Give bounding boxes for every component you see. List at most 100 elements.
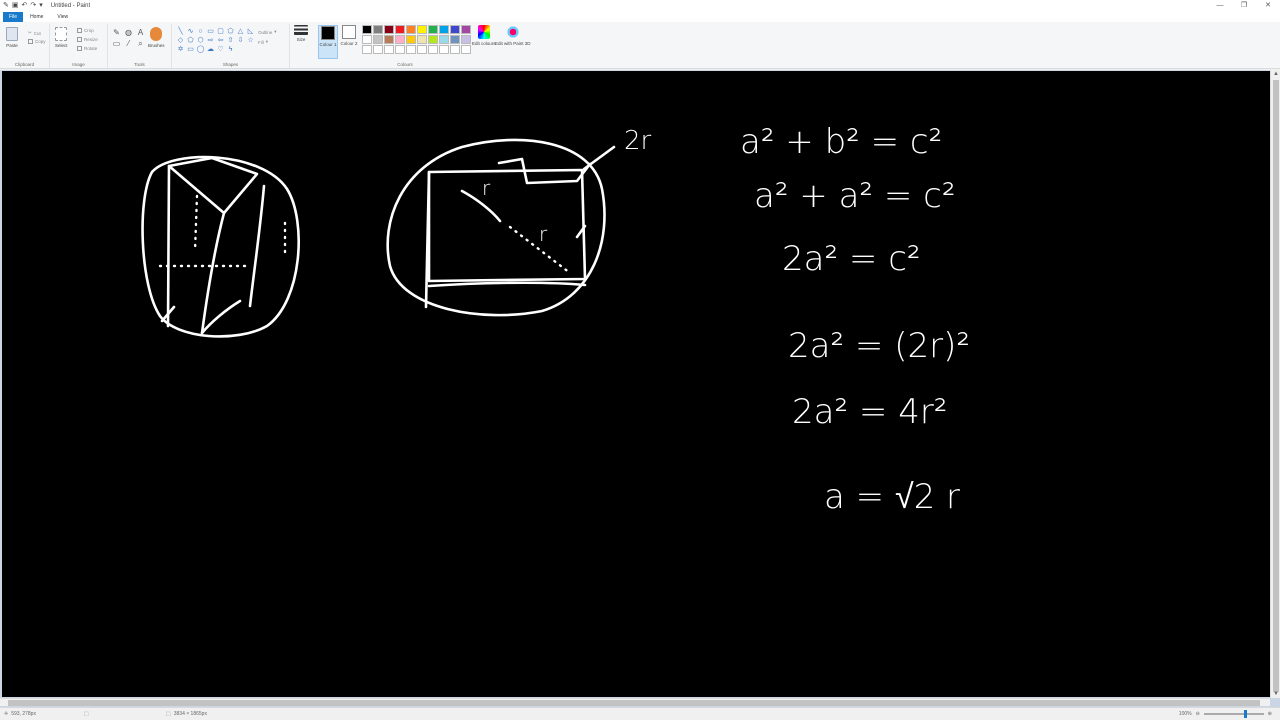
palette-swatch[interactable] [450, 45, 460, 54]
resize-button[interactable]: Resize [77, 37, 98, 42]
file-menu[interactable]: File [3, 12, 24, 22]
palette-swatch[interactable] [384, 25, 394, 34]
customize-qat-icon[interactable]: ▾ [39, 1, 43, 11]
pentagon-shape-icon[interactable]: ⬠ [186, 37, 195, 45]
select-button[interactable]: Select [55, 27, 68, 48]
undo-icon[interactable]: ↶ [22, 1, 28, 11]
palette-swatch[interactable] [395, 45, 405, 54]
palette-swatch[interactable] [406, 35, 416, 44]
palette-swatch[interactable] [373, 35, 383, 44]
palette-swatch[interactable] [384, 45, 394, 54]
copy-icon [28, 39, 33, 44]
paste-button[interactable]: Paste [6, 27, 18, 48]
palette-swatch[interactable] [417, 25, 427, 34]
lightning-shape-icon[interactable]: ϟ [226, 46, 235, 54]
palette-swatch[interactable] [362, 45, 372, 54]
eraser-icon[interactable]: ▭ [112, 39, 121, 48]
edit-colours-button[interactable]: Edit colours [472, 25, 496, 46]
scroll-down-icon[interactable]: ▼ [1271, 690, 1280, 698]
hexagon-shape-icon[interactable]: ⬡ [196, 37, 205, 45]
callout-rect-shape-icon[interactable]: ▭ [186, 46, 195, 54]
palette-swatch[interactable] [373, 25, 383, 34]
sphere-section-drawing [386, 138, 616, 317]
redo-icon[interactable]: ↷ [30, 1, 36, 11]
palette-swatch[interactable] [406, 25, 416, 34]
palette-swatch[interactable] [417, 45, 427, 54]
save-icon[interactable]: ▣ [12, 1, 19, 11]
drawing-canvas[interactable]: 2r r r a² + b² = c² a² + a² = c² 2a² = c… [2, 71, 1270, 697]
callout-oval-shape-icon[interactable]: ◯ [196, 46, 205, 54]
colour2-button[interactable]: Colour 2 [339, 25, 359, 59]
status-bar: ✛ 593, 278px ⬚ ⬚ 3834 × 1865px 100% ⊖ ⊕ [0, 707, 1280, 720]
zoom-slider[interactable] [1203, 710, 1264, 718]
scroll-up-icon[interactable]: ▲ [1271, 70, 1280, 78]
zoom-level: 100% [1178, 711, 1192, 717]
right-triangle-shape-icon[interactable]: ◺ [246, 28, 255, 36]
close-button[interactable]: ✕ [1256, 0, 1280, 12]
curve-shape-icon[interactable]: ∿ [186, 28, 195, 36]
arrow-left-shape-icon[interactable]: ⇦ [216, 37, 225, 45]
tab-home[interactable]: Home [23, 12, 50, 22]
heart-shape-icon[interactable]: ♡ [216, 46, 225, 54]
arrow-down-shape-icon[interactable]: ⇩ [236, 37, 245, 45]
horizontal-scrollbar[interactable] [0, 698, 1270, 706]
palette-swatch[interactable] [373, 45, 383, 54]
star6-shape-icon[interactable]: ✡ [176, 46, 185, 54]
palette-swatch[interactable] [450, 35, 460, 44]
palette-swatch[interactable] [362, 35, 372, 44]
palette-swatch[interactable] [395, 25, 405, 34]
palette-swatch[interactable] [439, 45, 449, 54]
palette-swatch[interactable] [461, 25, 471, 34]
rectangle-shape-icon[interactable]: ▭ [206, 28, 215, 36]
equation-1: a² + b² = c² [740, 122, 942, 162]
arrow-up-shape-icon[interactable]: ⇧ [226, 37, 235, 45]
line-shape-icon[interactable]: ╲ [176, 28, 185, 36]
palette-swatch[interactable] [428, 25, 438, 34]
text-icon[interactable]: A [136, 28, 145, 37]
palette-swatch[interactable] [362, 25, 372, 34]
cursor-position: ✛ 593, 278px [4, 711, 36, 717]
oval-shape-icon[interactable]: ○ [196, 28, 205, 36]
crop-button[interactable]: Crop [77, 28, 94, 33]
palette-swatch[interactable] [417, 35, 427, 44]
paint3d-button[interactable]: Edit with Paint 3D [495, 25, 531, 46]
arrow-right-shape-icon[interactable]: ⇨ [206, 37, 215, 45]
outline-dropdown[interactable]: Outline ▾ [258, 29, 277, 35]
palette-swatch[interactable] [450, 25, 460, 34]
rotate-button[interactable]: Rotate [77, 46, 97, 51]
rounded-rect-shape-icon[interactable]: ▢ [216, 28, 225, 36]
colour1-button[interactable]: Colour 1 [318, 25, 338, 59]
minimize-button[interactable]: — [1208, 0, 1232, 12]
palette-swatch[interactable] [461, 45, 471, 54]
cut-button[interactable]: ✂ Cut [28, 30, 41, 36]
diamond-shape-icon[interactable]: ◇ [176, 37, 185, 45]
magnifier-icon[interactable]: ⌕ [136, 39, 145, 48]
brushes-button[interactable]: Brushes [148, 27, 165, 48]
copy-button[interactable]: Copy [28, 39, 46, 44]
triangle-shape-icon[interactable]: △ [236, 28, 245, 36]
zoom-slider-knob[interactable] [1243, 710, 1247, 718]
vertical-scrollbar[interactable]: ▲ ▼ [1270, 70, 1280, 698]
size-button[interactable]: Size [294, 25, 308, 42]
polygon-shape-icon[interactable]: ⬠ [226, 28, 235, 36]
palette-swatch[interactable] [406, 45, 416, 54]
palette-swatch[interactable] [439, 25, 449, 34]
tab-view[interactable]: View [50, 12, 75, 22]
palette-swatch[interactable] [384, 35, 394, 44]
zoom-in-icon[interactable]: ⊕ [1268, 711, 1272, 717]
palette-swatch[interactable] [395, 35, 405, 44]
palette-swatch[interactable] [439, 35, 449, 44]
cloud-shape-icon[interactable]: ☁ [206, 46, 215, 54]
maximize-button[interactable]: ❐ [1232, 0, 1256, 12]
pencil-icon[interactable]: ✎ [112, 28, 121, 37]
fill-dropdown[interactable]: Fill ▾ [258, 39, 268, 45]
palette-swatch[interactable] [428, 45, 438, 54]
zoom-out-icon[interactable]: ⊖ [1196, 711, 1200, 717]
vertical-scroll-thumb[interactable] [1273, 80, 1279, 692]
palette-swatch[interactable] [428, 35, 438, 44]
star-shape-icon[interactable]: ☆ [246, 37, 255, 45]
horizontal-scroll-thumb[interactable] [8, 700, 1260, 706]
fill-icon[interactable]: ◍ [124, 28, 133, 37]
color-picker-icon[interactable]: ⁄ [124, 39, 133, 48]
palette-swatch[interactable] [461, 35, 471, 44]
